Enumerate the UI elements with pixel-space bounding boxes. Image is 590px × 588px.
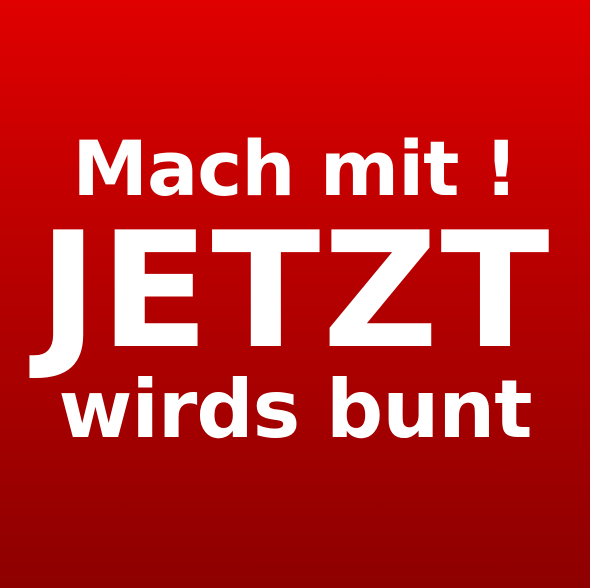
- red-poster-background: Mach mit ! JETZT wirds bunt: [0, 0, 590, 588]
- headline-wirds-bunt: wirds bunt: [58, 363, 533, 456]
- headline-jetzt: JETZT: [38, 197, 552, 384]
